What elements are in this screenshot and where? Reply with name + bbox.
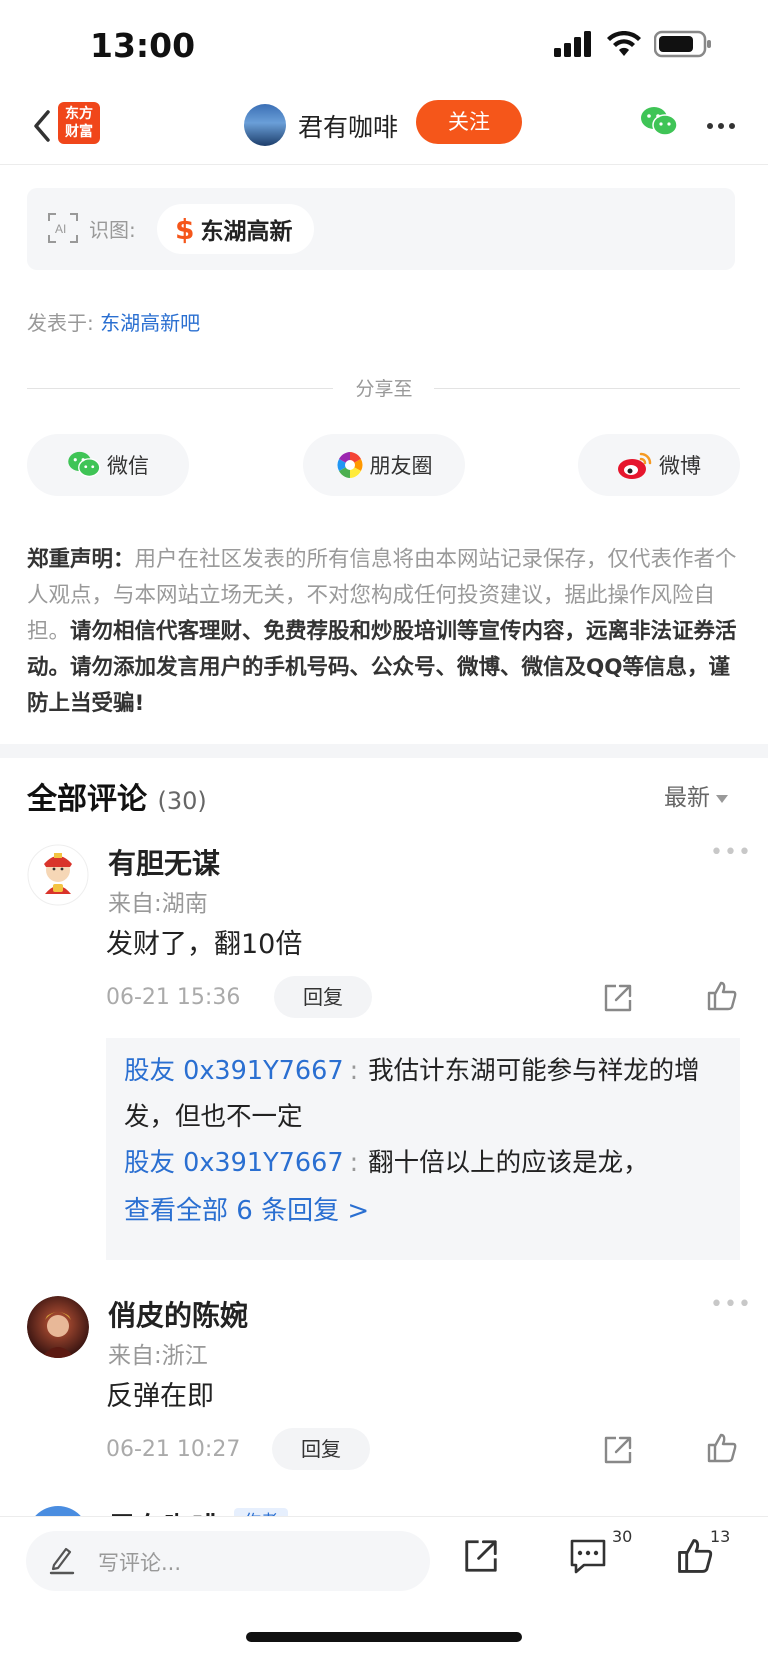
share-weibo-button[interactable]: 微博 xyxy=(578,434,740,496)
ai-scan-icon: AI xyxy=(48,213,78,243)
eastmoney-logo[interactable]: 东方 财富 xyxy=(58,102,100,144)
reply-item[interactable]: 股友 0x391Y7667: 翻十倍以上的应该是龙， xyxy=(124,1140,724,1186)
comment-input[interactable]: 写评论... xyxy=(26,1531,430,1591)
comment-text[interactable]: 反弹在即 xyxy=(106,1374,214,1413)
sort-dropdown[interactable]: 最新 xyxy=(664,778,728,812)
share-divider-right xyxy=(434,388,740,389)
more-options-icon[interactable] xyxy=(706,122,736,130)
comment-icon[interactable] xyxy=(568,1537,608,1575)
share-moments-label: 朋友圈 xyxy=(369,454,433,478)
reply-colon: : xyxy=(349,1056,359,1086)
replies-box: 股友 0x391Y7667: 我估计东湖可能参与祥龙的增发，但也不一定 股友 0x… xyxy=(106,1038,740,1260)
moments-icon xyxy=(336,452,363,478)
share-wechat-label: 微信 xyxy=(107,454,149,478)
like-icon[interactable] xyxy=(706,1432,738,1464)
share-weibo-label: 微博 xyxy=(659,454,701,478)
share-icon[interactable] xyxy=(462,1537,500,1575)
comment-count: 30 xyxy=(612,1527,633,1546)
reply-username[interactable]: 股友 0x391Y7667 xyxy=(124,1056,344,1086)
disclaimer-heading: 郑重声明： xyxy=(27,547,135,572)
stock-name: 东湖高新 xyxy=(200,219,293,245)
posted-in: 发表于: 东湖高新吧 xyxy=(27,307,200,336)
share-title: 分享至 xyxy=(355,378,413,400)
author-avatar[interactable] xyxy=(244,104,286,146)
author-name[interactable]: 君有咖啡 xyxy=(298,108,398,144)
comment-location: 来自:浙江 xyxy=(108,1343,208,1369)
share-divider-left xyxy=(27,388,333,389)
reply-text: 翻十倍以上的应该是龙， xyxy=(368,1148,649,1178)
battery-icon xyxy=(654,30,711,58)
disclaimer: 郑重声明：用户在社区发表的所有信息将由本网站记录保存，仅代表作者个人观点，与本网… xyxy=(27,542,741,722)
comment-more-icon[interactable]: ••• xyxy=(710,840,752,865)
ai-recognize-box: AI 识图: $ 东湖高新 xyxy=(27,188,735,270)
reply-colon: : xyxy=(349,1148,359,1178)
svg-text:AI: AI xyxy=(55,222,66,236)
comment-location: 来自:湖南 xyxy=(108,891,208,917)
posted-in-prefix: 发表于: xyxy=(27,311,101,335)
weibo-icon xyxy=(618,452,652,479)
share-wechat-button[interactable]: 微信 xyxy=(27,434,189,496)
comment-input-placeholder: 写评论... xyxy=(98,1551,182,1575)
status-icons xyxy=(554,30,712,58)
logo-line-2: 财富 xyxy=(65,124,93,140)
comment-time: 06-21 10:27 xyxy=(106,1437,241,1462)
status-time: 13:00 xyxy=(90,26,196,65)
user-avatar[interactable] xyxy=(27,1296,89,1358)
wechat-icon xyxy=(68,451,101,478)
comment-time: 06-21 15:36 xyxy=(106,985,241,1010)
reply-button[interactable]: 回复 xyxy=(274,976,372,1018)
caret-down-icon xyxy=(716,794,728,803)
wifi-icon xyxy=(607,31,641,56)
reply-button[interactable]: 回复 xyxy=(272,1428,370,1470)
comment-username[interactable]: 有胆无谋 xyxy=(108,842,220,882)
like-icon[interactable] xyxy=(706,980,738,1012)
dollar-icon: $ xyxy=(175,212,195,246)
cellular-signal-icon xyxy=(554,31,591,57)
share-moments-button[interactable]: 朋友圈 xyxy=(303,434,465,496)
follow-button[interactable]: 关注 xyxy=(416,100,522,144)
ai-recognize-label: 识图: xyxy=(89,218,136,242)
comments-title-text: 全部评论 xyxy=(27,782,147,817)
comment-username[interactable]: 俏皮的陈婉 xyxy=(108,1294,248,1334)
reply-item[interactable]: 股友 0x391Y7667: 我估计东湖可能参与祥龙的增发，但也不一定 xyxy=(124,1048,724,1140)
logo-line-1: 东方 xyxy=(65,106,93,122)
posted-in-bar-link[interactable]: 东湖高新吧 xyxy=(100,311,200,335)
wechat-share-icon[interactable] xyxy=(640,106,678,138)
comments-count: (30) xyxy=(157,787,207,815)
share-icon[interactable] xyxy=(602,1434,634,1466)
section-separator xyxy=(0,744,768,758)
comment-more-icon[interactable]: ••• xyxy=(710,1292,752,1317)
user-avatar[interactable] xyxy=(27,844,89,906)
home-indicator[interactable] xyxy=(246,1632,522,1642)
like-count: 13 xyxy=(710,1527,731,1546)
top-nav-bar: 东方 财富 君有咖啡 关注 xyxy=(0,86,768,165)
reply-username[interactable]: 股友 0x391Y7667 xyxy=(124,1148,344,1178)
comment-item xyxy=(27,1296,89,1362)
comments-title: 全部评论 (30) xyxy=(27,774,207,818)
stock-tag[interactable]: $ 东湖高新 xyxy=(157,204,315,254)
comment-item xyxy=(27,844,89,910)
share-icon[interactable] xyxy=(602,982,634,1014)
pencil-icon xyxy=(49,1547,75,1575)
like-icon[interactable] xyxy=(676,1537,714,1575)
disclaimer-warning-text: 请勿相信代客理财、免费荐股和炒股培训等宣传内容，远离非法证券活动。请勿添加发言用… xyxy=(27,619,737,716)
view-all-replies-link[interactable]: 查看全部 6 条回复 > xyxy=(124,1190,369,1227)
comment-text[interactable]: 发财了，翻10倍 xyxy=(106,922,302,961)
sort-label: 最新 xyxy=(664,785,710,811)
